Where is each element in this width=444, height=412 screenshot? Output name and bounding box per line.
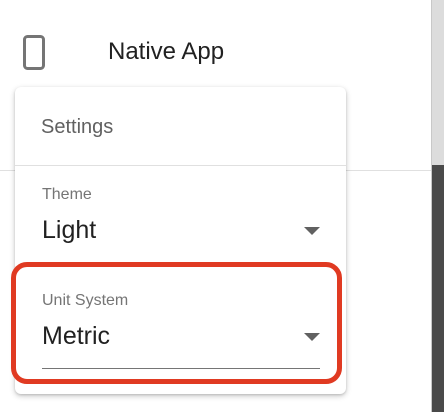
background-app-edge bbox=[431, 0, 444, 412]
settings-title: Settings bbox=[41, 116, 114, 138]
theme-value: Light bbox=[42, 216, 97, 244]
unit-system-value: Metric bbox=[42, 322, 111, 350]
theme-select[interactable]: Theme Light bbox=[42, 185, 320, 255]
native-app-label: Native App bbox=[108, 38, 225, 65]
native-app-row[interactable]: Native App bbox=[0, 22, 431, 82]
unit-system-underline bbox=[42, 368, 320, 369]
unit-system-dropdown-arrow-icon[interactable] bbox=[304, 333, 320, 341]
theme-label: Theme bbox=[42, 186, 92, 203]
phone-icon bbox=[23, 35, 45, 70]
settings-header: Settings bbox=[15, 87, 346, 166]
unit-system-select[interactable]: Unit System Metric bbox=[42, 291, 320, 369]
background-app-edge-border bbox=[431, 0, 432, 412]
unit-system-label: Unit System bbox=[42, 292, 129, 309]
background-app-edge-top bbox=[431, 0, 444, 165]
theme-dropdown-arrow-icon[interactable] bbox=[304, 227, 320, 235]
settings-card: Settings Theme Light Unit System Metric bbox=[15, 87, 346, 394]
